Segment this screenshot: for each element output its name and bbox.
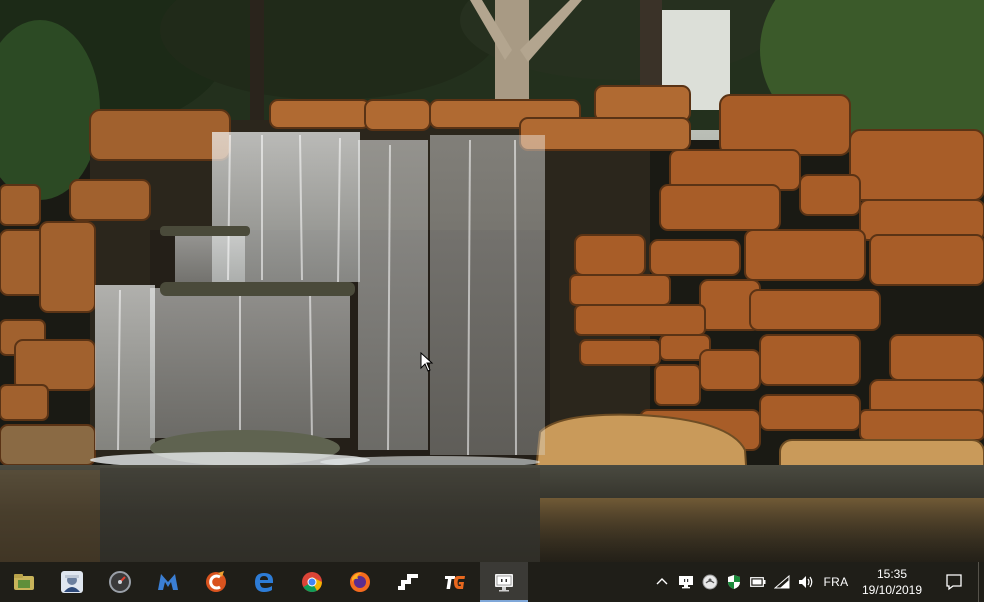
edge-app-icon[interactable]: [240, 562, 288, 602]
tg-app-icon[interactable]: [432, 562, 480, 602]
taskbar: FRA 15:35 19/10/2019: [0, 562, 984, 602]
monitor-tray-icon: [679, 576, 693, 589]
person-headset-icon: [61, 571, 83, 593]
battery-tray-button[interactable]: [746, 562, 770, 602]
shield-icon: [728, 575, 740, 589]
input-language-indicator[interactable]: FRA: [818, 562, 854, 602]
malwarebytes-icon: [158, 574, 178, 590]
ccleaner-app-icon[interactable]: [192, 562, 240, 602]
speedometer-icon: [109, 571, 131, 593]
clock-time: 15:35: [876, 567, 908, 581]
speedometer-app-icon[interactable]: [96, 562, 144, 602]
support-agent-app-icon[interactable]: [48, 562, 96, 602]
chrome-icon: [302, 572, 322, 593]
chrome-app-icon[interactable]: [288, 562, 336, 602]
battery-icon: [750, 577, 766, 587]
ccleaner-icon: [206, 571, 226, 592]
folder-icon: [14, 574, 34, 590]
remote-desktop-app-icon[interactable]: [480, 562, 528, 602]
tg-logo-icon: [445, 576, 465, 589]
network-tray-button[interactable]: [770, 562, 794, 602]
action-center-button[interactable]: [930, 562, 978, 602]
firefox-app-icon[interactable]: [336, 562, 384, 602]
show-desktop-button[interactable]: [978, 562, 984, 602]
file-explorer-app-icon[interactable]: [0, 562, 48, 602]
clock-button[interactable]: 15:35 19/10/2019: [854, 562, 930, 602]
cloud-sync-tray-button[interactable]: [698, 562, 722, 602]
speaker-icon: [799, 576, 813, 588]
notification-icon: [946, 574, 962, 591]
clock-date: 19/10/2019: [861, 583, 923, 597]
display-tray-button[interactable]: [674, 562, 698, 602]
globe-tray-icon: [702, 574, 718, 590]
wifi-icon: [774, 575, 790, 589]
volume-tray-button[interactable]: [794, 562, 818, 602]
firefox-icon: [350, 572, 370, 592]
edge-icon: [255, 573, 273, 592]
system-tray: FRA 15:35 19/10/2019: [650, 562, 984, 602]
malwarebytes-app-icon[interactable]: [144, 562, 192, 602]
wallpaper-image: [0, 0, 984, 562]
security-tray-button[interactable]: [722, 562, 746, 602]
desktop[interactable]: [0, 0, 984, 562]
stairs-app-icon[interactable]: [384, 562, 432, 602]
chevron-up-icon: [656, 578, 668, 585]
monitor-icon: [495, 574, 513, 592]
mouse-pointer-icon: [420, 352, 434, 372]
stairs-icon: [398, 574, 418, 590]
show-hidden-icons-button[interactable]: [650, 562, 674, 602]
